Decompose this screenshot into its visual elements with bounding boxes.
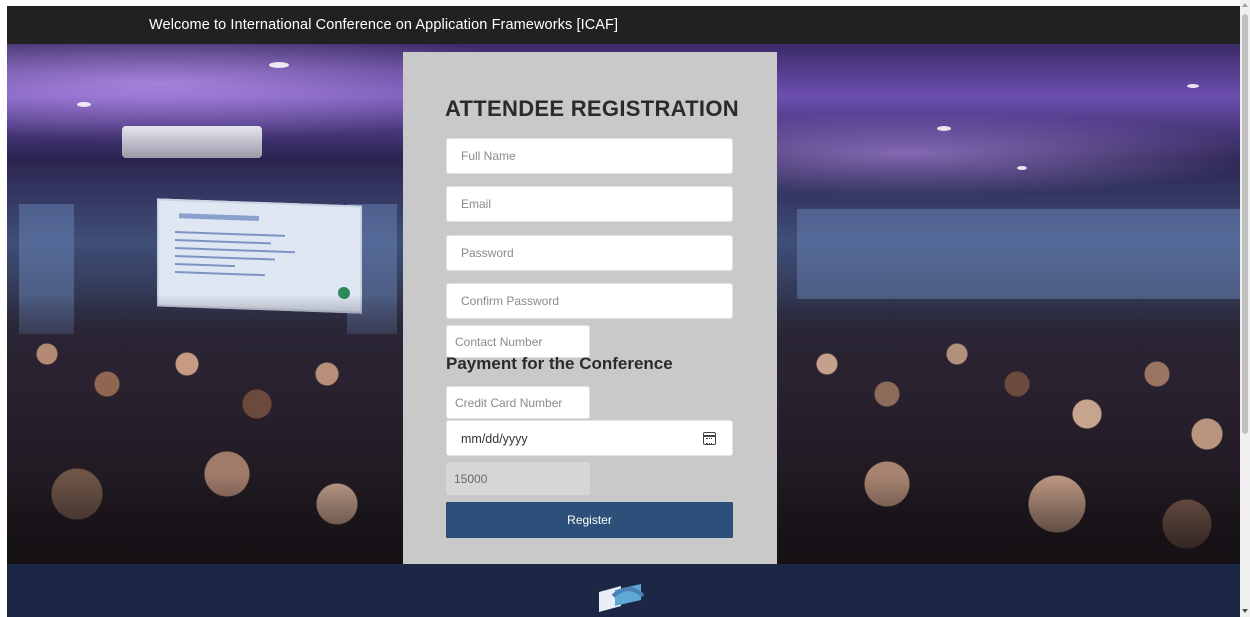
- scroll-thumb[interactable]: [1242, 14, 1248, 434]
- ceiling-light: [1017, 166, 1027, 170]
- attendee-registration-form: ATTENDEE REGISTRATION Payment for the Co…: [403, 52, 777, 564]
- slide-line: [175, 263, 235, 268]
- payment-heading: Payment for the Conference: [446, 354, 673, 373]
- date-placeholder: mm/dd/yyyy: [461, 432, 528, 446]
- credit-card-input[interactable]: [446, 386, 590, 419]
- ceiling-light: [77, 102, 91, 107]
- ceiling-light: [937, 126, 951, 131]
- logo-icon: [599, 584, 645, 612]
- register-button[interactable]: Register: [446, 502, 733, 538]
- slide-line: [175, 231, 285, 237]
- navbar-title: Welcome to International Conference on A…: [149, 17, 619, 33]
- full-name-input[interactable]: [446, 138, 733, 174]
- email-input[interactable]: [446, 186, 733, 222]
- slide-line: [175, 255, 275, 261]
- amount-value: 15000: [454, 472, 488, 486]
- top-navbar: Welcome to International Conference on A…: [7, 6, 1240, 44]
- date-input[interactable]: mm/dd/yyyy: [446, 420, 733, 456]
- slide-title-line: [179, 213, 259, 221]
- calendar-icon[interactable]: [703, 432, 716, 445]
- page: Welcome to International Conference on A…: [7, 6, 1240, 617]
- password-input[interactable]: [446, 235, 733, 271]
- vertical-scrollbar[interactable]: [1240, 0, 1250, 617]
- projector: [122, 126, 262, 158]
- slide-line: [175, 271, 265, 277]
- window-panel: [797, 209, 1240, 299]
- scroll-up-arrow-icon[interactable]: [1242, 3, 1248, 7]
- confirm-password-input[interactable]: [446, 283, 733, 319]
- amount-field: 15000: [446, 462, 590, 495]
- ceiling-light: [1187, 84, 1199, 88]
- form-heading: ATTENDEE REGISTRATION: [445, 96, 739, 121]
- scroll-down-arrow-icon[interactable]: [1242, 609, 1248, 613]
- slide-line: [175, 239, 271, 245]
- slide-line: [175, 247, 295, 254]
- ceiling-light: [269, 62, 289, 68]
- footer: [7, 564, 1240, 617]
